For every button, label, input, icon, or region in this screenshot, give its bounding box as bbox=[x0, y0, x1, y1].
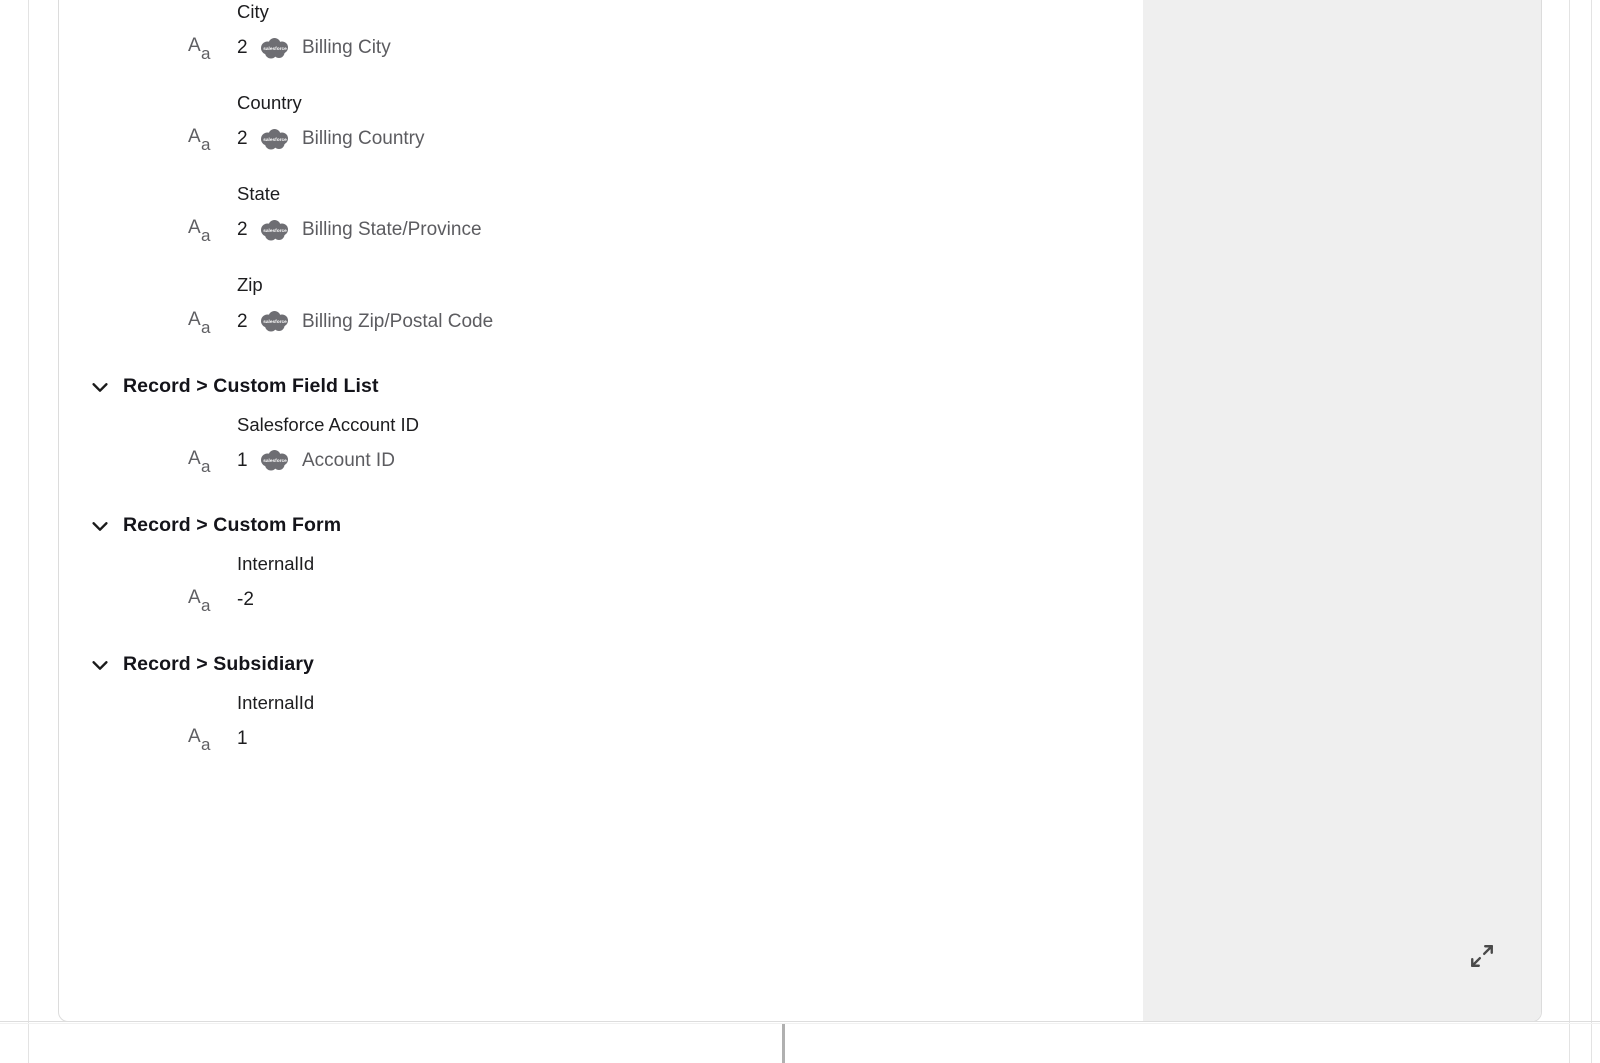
field-count: 1 bbox=[237, 449, 248, 471]
field-label: City bbox=[237, 1, 269, 22]
group-title: Record > Custom Form bbox=[123, 514, 342, 537]
field-count: 1 bbox=[237, 727, 248, 749]
field-count: 2 bbox=[237, 219, 248, 241]
svg-text:salesforce: salesforce bbox=[263, 228, 287, 234]
group-header[interactable]: Record > Custom Form bbox=[59, 508, 1145, 544]
chevron-down-icon bbox=[89, 376, 111, 398]
svg-text:salesforce: salesforce bbox=[263, 46, 287, 52]
group-title: Record > Custom Field List bbox=[123, 375, 379, 397]
group-header[interactable]: Record > Subsidiary bbox=[59, 647, 1145, 683]
text-type-icon: Aa bbox=[188, 126, 211, 155]
field-mapping-row[interactable]: Aa 2 salesforce Billing Zip/Postal Code bbox=[59, 305, 1145, 339]
text-type-icon: Aa bbox=[188, 586, 211, 615]
text-type-icon: Aa bbox=[188, 447, 211, 476]
field-mapping-row[interactable]: Aa 1 bbox=[59, 722, 1145, 756]
text-type-icon: Aa bbox=[188, 308, 211, 337]
field-mapping-item: City Aa 2 salesforce Billing City bbox=[59, 0, 1145, 65]
field-mapping-item: Zip Aa 2 salesforce Billing Zip/Postal Code bbox=[59, 273, 1145, 338]
field-count: -2 bbox=[237, 588, 254, 610]
chevron-down-icon bbox=[89, 654, 111, 676]
group-title: Record > Subsidiary bbox=[123, 653, 315, 676]
field-mapping-row[interactable]: Aa -2 bbox=[59, 583, 1145, 617]
field-mapping-row[interactable]: Aa 1 salesforce Account ID bbox=[59, 444, 1145, 478]
salesforce-cloud-icon: salesforce bbox=[259, 219, 291, 242]
field-count: 2 bbox=[237, 128, 248, 150]
chevron-down-icon bbox=[89, 515, 111, 537]
field-mapping-row[interactable]: Aa 2 salesforce Billing City bbox=[59, 31, 1145, 65]
field-mapping-item: Salesforce Account ID Aa 1 salesforce Accoun… bbox=[59, 413, 1145, 478]
field-mapping-item: InternalId Aa -2 bbox=[59, 552, 1145, 617]
bottom-divider bbox=[0, 1021, 1600, 1022]
group-header[interactable]: Record > Custom Field List bbox=[59, 369, 1145, 405]
left-rail-outer bbox=[28, 0, 29, 1063]
field-mapping-row[interactable]: Aa 2 salesforce Billing Country bbox=[59, 122, 1145, 156]
preview-pane bbox=[1143, 0, 1541, 1021]
field-label: Country bbox=[237, 92, 302, 114]
field-mapped-value: Billing Country bbox=[302, 128, 425, 150]
text-type-icon: Aa bbox=[188, 217, 211, 246]
field-count: 2 bbox=[237, 37, 248, 59]
svg-text:salesforce: salesforce bbox=[263, 137, 287, 143]
field-group: Record > Subsidiary InternalId Aa 1 bbox=[59, 647, 1145, 756]
field-group: Record > Custom Form InternalId Aa -2 bbox=[59, 508, 1145, 617]
expand-panel-icon[interactable] bbox=[1469, 943, 1495, 969]
field-count: 2 bbox=[237, 310, 248, 332]
text-type-icon: Aa bbox=[188, 35, 211, 64]
right-rail-outer bbox=[1591, 0, 1592, 1063]
field-label: State bbox=[237, 183, 281, 205]
salesforce-cloud-icon: salesforce bbox=[259, 310, 291, 333]
right-rail-inner bbox=[1569, 0, 1570, 1063]
field-mapping-item: Country Aa 2 salesforce Billing Country bbox=[59, 91, 1145, 156]
field-group: City Aa 2 salesforce Billing City Country Aa 2 s… bbox=[59, 0, 1145, 339]
field-label: InternalId bbox=[237, 552, 315, 574]
field-mapping-item: InternalId Aa 1 bbox=[59, 691, 1145, 756]
mapping-card: City Aa 2 salesforce Billing City Country Aa 2 s… bbox=[58, 0, 1542, 1022]
field-mapped-value: Billing Zip/Postal Code bbox=[302, 310, 494, 332]
field-mapped-value: Billing State/Province bbox=[302, 219, 482, 241]
svg-text:salesforce: salesforce bbox=[263, 319, 287, 325]
mapping-field-list: City Aa 2 salesforce Billing City Country Aa 2 s… bbox=[59, 0, 1145, 782]
salesforce-cloud-icon: salesforce bbox=[259, 37, 291, 60]
field-label: Zip bbox=[237, 274, 263, 296]
vertical-splitter-handle[interactable] bbox=[782, 1024, 785, 1063]
field-mapping-item: State Aa 2 salesforce Billing State/Province bbox=[59, 182, 1145, 247]
svg-text:salesforce: salesforce bbox=[263, 458, 287, 464]
field-label: Salesforce Account ID bbox=[237, 413, 420, 435]
bottom-divider-shadow bbox=[0, 1023, 1600, 1024]
salesforce-cloud-icon: salesforce bbox=[259, 128, 291, 151]
screen: City Aa 2 salesforce Billing City Country Aa 2 s… bbox=[0, 0, 1600, 1063]
field-label: InternalId bbox=[237, 691, 315, 713]
field-group: Record > Custom Field List Salesforce Acc… bbox=[59, 369, 1145, 478]
field-mapped-value: Account ID bbox=[302, 449, 395, 471]
salesforce-cloud-icon: salesforce bbox=[259, 449, 291, 472]
field-mapped-value: Billing City bbox=[302, 37, 391, 59]
text-type-icon: Aa bbox=[188, 725, 211, 754]
field-mapping-row[interactable]: Aa 2 salesforce Billing State/Province bbox=[59, 213, 1145, 247]
